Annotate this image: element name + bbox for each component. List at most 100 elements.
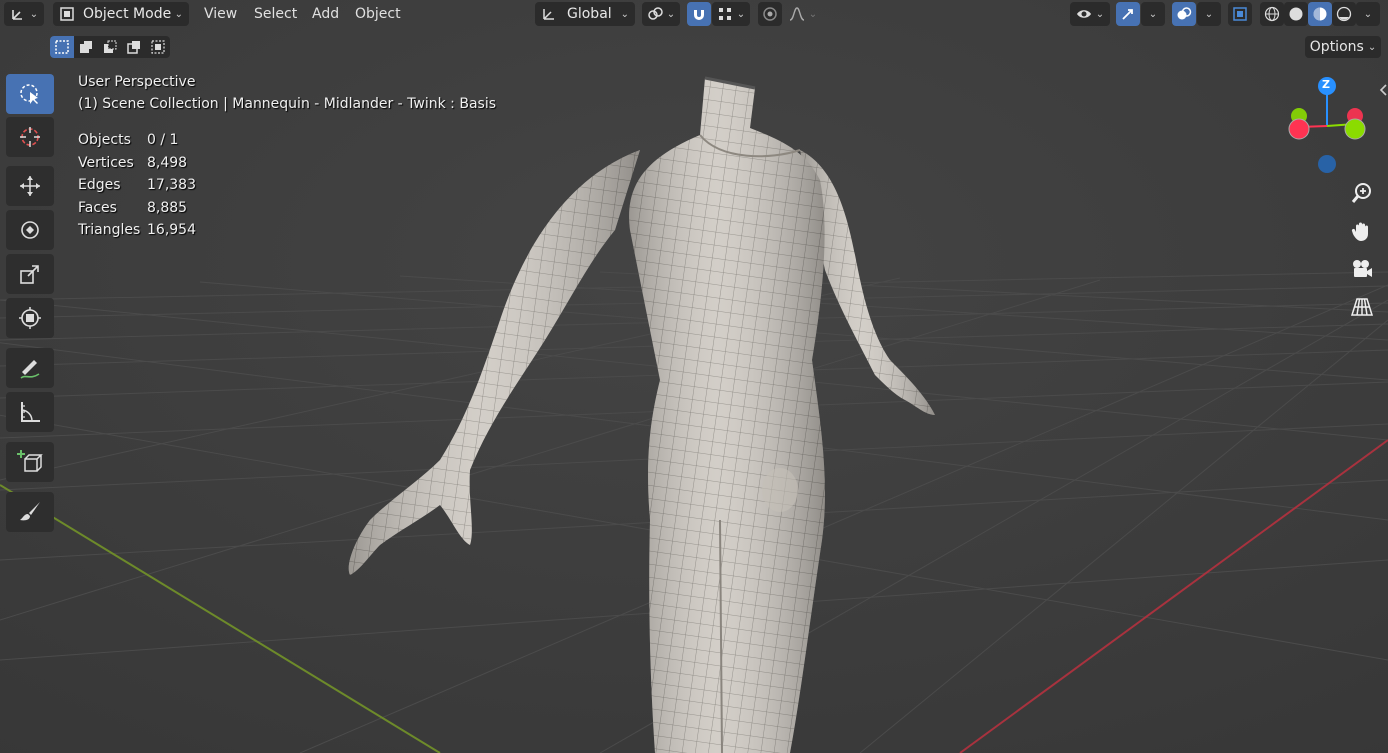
collection-info: (1) Scene Collection | Mannequin - Midla… xyxy=(78,96,497,112)
chevron-down-icon: ⌄ xyxy=(736,8,746,20)
chevron-left-icon xyxy=(1379,84,1387,96)
shading-rendered-button[interactable] xyxy=(1332,2,1356,26)
object-mode-icon xyxy=(60,7,74,21)
stat-value: 8,885 xyxy=(147,200,188,216)
add-cube-icon xyxy=(17,450,43,472)
shading-material-button[interactable] xyxy=(1308,2,1332,26)
chevron-down-icon: ⌄ xyxy=(1095,8,1105,20)
menu-select[interactable]: Select xyxy=(254,2,297,26)
xray-toggle[interactable] xyxy=(1228,2,1252,26)
tool-annotate[interactable] xyxy=(6,348,54,388)
tool-select-box[interactable] xyxy=(6,74,54,114)
proportional-edit-toggle[interactable] xyxy=(758,2,782,26)
tool-cursor[interactable] xyxy=(6,117,54,157)
overlays-icon xyxy=(1177,7,1192,20)
orientation-icon xyxy=(543,9,554,20)
visibility-dropdown[interactable]: ⌄ xyxy=(1070,2,1110,26)
pivot-icon xyxy=(648,7,663,20)
select-box-icon xyxy=(20,84,38,104)
axis-editor-icon xyxy=(11,10,22,20)
measure-icon xyxy=(21,402,40,422)
stat-label: Objects xyxy=(78,132,131,148)
gizmo-z-label: Z xyxy=(1322,78,1330,91)
tool-add-cube[interactable] xyxy=(6,442,54,482)
mode-label: Object Mode xyxy=(83,6,172,22)
tool-rotate[interactable] xyxy=(6,210,54,250)
editor-type-button[interactable]: ⌄ xyxy=(4,2,44,26)
grid-perspective-icon xyxy=(1351,298,1373,316)
select-invert-icon xyxy=(127,41,140,54)
chevron-down-icon: ⌄ xyxy=(1363,8,1373,20)
snap-toggle[interactable] xyxy=(687,2,711,26)
hand-icon xyxy=(1351,222,1368,241)
select-extend-icon xyxy=(80,41,92,53)
select-new-icon xyxy=(55,40,69,54)
menu-view[interactable]: View xyxy=(204,2,237,26)
perspective-toggle-button[interactable] xyxy=(1345,290,1379,324)
menu-add[interactable]: Add xyxy=(312,2,339,26)
snap-grid-icon xyxy=(718,8,731,20)
stat-label: Triangles xyxy=(78,222,141,238)
pan-button[interactable] xyxy=(1345,214,1379,248)
sidebar-toggle[interactable] xyxy=(1378,82,1388,98)
shading-solid-button[interactable] xyxy=(1284,2,1308,26)
view-name: User Perspective xyxy=(78,74,196,90)
overlays-dropdown[interactable]: ⌄ xyxy=(1197,2,1221,26)
gizmo-toggle[interactable] xyxy=(1116,2,1140,26)
y-axis-handle xyxy=(1344,118,1366,140)
move-icon xyxy=(20,176,40,196)
scale-icon xyxy=(20,265,39,284)
neg-z-axis-handle xyxy=(1318,155,1336,173)
navigation-gizmo[interactable]: Z xyxy=(1285,74,1375,174)
3d-viewport[interactable] xyxy=(0,0,1388,753)
falloff-curve-icon xyxy=(789,7,805,21)
eye-icon xyxy=(1076,10,1091,18)
camera-view-button[interactable] xyxy=(1345,252,1379,286)
gizmo-dropdown[interactable]: ⌄ xyxy=(1141,2,1165,26)
stat-label: Vertices xyxy=(78,155,134,171)
stat-label: Faces xyxy=(78,200,117,216)
chevron-down-icon: ⌄ xyxy=(808,8,818,20)
shading-dropdown[interactable]: ⌄ xyxy=(1356,2,1380,26)
select-subtract-button[interactable] xyxy=(98,36,122,58)
proportional-edit-icon xyxy=(763,7,777,21)
rotate-icon xyxy=(21,221,39,239)
viewport-scene xyxy=(0,0,1388,753)
chevron-down-icon: ⌄ xyxy=(1204,8,1214,20)
transform-orientation-dropdown[interactable]: Global ⌄ xyxy=(535,2,635,26)
snap-target-dropdown[interactable]: ⌄ xyxy=(712,2,750,26)
gizmo-arrow-icon xyxy=(1122,9,1133,20)
stat-value: 8,498 xyxy=(147,155,188,171)
options-dropdown[interactable]: Options ⌄ xyxy=(1305,36,1381,58)
axis-gizmo xyxy=(1288,77,1366,173)
tool-move[interactable] xyxy=(6,166,54,206)
mode-dropdown[interactable]: Object Mode ⌄ xyxy=(53,2,189,26)
chevron-down-icon: ⌄ xyxy=(1148,8,1158,20)
pivot-point-dropdown[interactable]: ⌄ xyxy=(642,2,680,26)
solid-sphere-icon xyxy=(1289,7,1303,21)
zoom-icon xyxy=(1351,183,1371,203)
select-intersect-button[interactable] xyxy=(146,36,170,58)
orientation-label: Global xyxy=(567,6,612,22)
select-invert-button[interactable] xyxy=(122,36,146,58)
menu-object[interactable]: Object xyxy=(355,2,401,26)
tool-scale[interactable] xyxy=(6,254,54,294)
tool-brush[interactable] xyxy=(6,492,54,532)
selection-mode-group xyxy=(50,36,170,58)
material-sphere-icon xyxy=(1313,7,1327,21)
select-new-button[interactable] xyxy=(50,36,74,58)
stat-value: 17,383 xyxy=(147,177,196,193)
falloff-dropdown[interactable]: ⌄ xyxy=(784,2,822,26)
tool-measure[interactable] xyxy=(6,392,54,432)
select-intersect-icon xyxy=(151,40,165,54)
chevron-down-icon: ⌄ xyxy=(666,8,676,20)
brush-icon xyxy=(20,502,40,521)
select-extend-button[interactable] xyxy=(74,36,98,58)
overlays-toggle[interactable] xyxy=(1172,2,1196,26)
stat-label: Edges xyxy=(78,177,121,193)
viewport-header: ⌄ Object Mode ⌄ View Select Add Object G… xyxy=(0,0,1388,28)
tool-transform[interactable] xyxy=(6,298,54,338)
shading-wireframe-button[interactable] xyxy=(1260,2,1284,26)
chevron-down-icon: ⌄ xyxy=(29,8,39,20)
zoom-button[interactable] xyxy=(1345,176,1379,210)
